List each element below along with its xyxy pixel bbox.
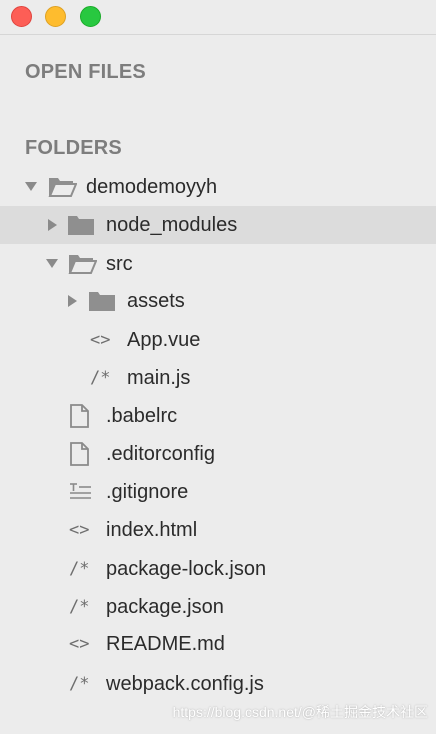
script-file-icon: /* [90,368,111,388]
tree-item-assets[interactable]: assets [0,282,436,320]
disclosure-expanded-icon[interactable] [45,245,59,283]
tree-item-gitignore[interactable]: .gitignore [0,473,436,511]
tree-item-readme-md[interactable]: <> README.md [0,625,436,663]
disclosure-expanded-icon[interactable] [24,168,38,206]
tree-item-label: node_modules [106,214,238,236]
document-file-icon [68,435,92,473]
tree-item-label: package-lock.json [106,558,267,580]
zoom-button[interactable] [80,6,101,27]
folder-icon [88,282,118,320]
tree-item-label: .babelrc [106,405,178,427]
tree-item-demodemoyyh[interactable]: demodemoyyh [0,168,436,206]
tree-item-label: demodemoyyh [86,176,218,198]
tree-item-label: App.vue [127,329,201,351]
open-files-header: OPEN FILES [25,61,146,83]
tree-item-main-js[interactable]: /* main.js [0,359,436,397]
tree-item-label: README.md [106,633,225,655]
markup-file-icon: <> [69,520,90,540]
script-file-icon: /* [69,559,90,579]
tree-item-label: webpack.config.js [106,673,264,695]
minimize-button[interactable] [45,6,66,27]
watermark-text: https://blog.csdn.net/@稀土掘金技术社区 [172,704,428,720]
tree-item-index-html[interactable]: <> index.html [0,511,436,549]
tree-item-label: package.json [106,596,224,618]
disclosure-collapsed-icon[interactable] [66,282,80,320]
tree-item-node-modules[interactable]: node_modules [0,206,436,244]
document-file-icon [68,397,92,435]
markup-file-icon: <> [90,330,111,350]
folder-icon [67,206,97,244]
folder-open-icon [47,168,77,206]
tree-item-label: src [106,253,133,275]
tree-item-label: main.js [127,367,191,389]
tree-item-label: .editorconfig [106,443,215,465]
script-file-icon: /* [69,674,90,694]
tree-item-webpack-config-js[interactable]: /* webpack.config.js [0,665,436,703]
folder-open-icon [67,245,97,283]
text-lines-file-icon [68,473,94,511]
close-button[interactable] [11,6,32,27]
tree-item-package-json[interactable]: /* package.json [0,588,436,626]
tree-item-app-vue[interactable]: <> App.vue [0,321,436,359]
tree-item-package-lock-json[interactable]: /* package-lock.json [0,550,436,588]
sidebar-window: OPEN FILES FOLDERS demodemoyyh node_modu… [0,0,436,734]
tree-item-src[interactable]: src [0,245,436,283]
tree-item-label: assets [127,290,185,312]
disclosure-collapsed-icon[interactable] [46,206,60,244]
tree-item-label: .gitignore [106,481,189,503]
tree-item-label: index.html [106,519,198,541]
title-bar [0,0,436,35]
markup-file-icon: <> [69,634,90,654]
folders-header: FOLDERS [25,137,122,159]
tree-item-editorconfig[interactable]: .editorconfig [0,435,436,473]
tree-item-babelrc[interactable]: .babelrc [0,397,436,435]
script-file-icon: /* [69,597,90,617]
